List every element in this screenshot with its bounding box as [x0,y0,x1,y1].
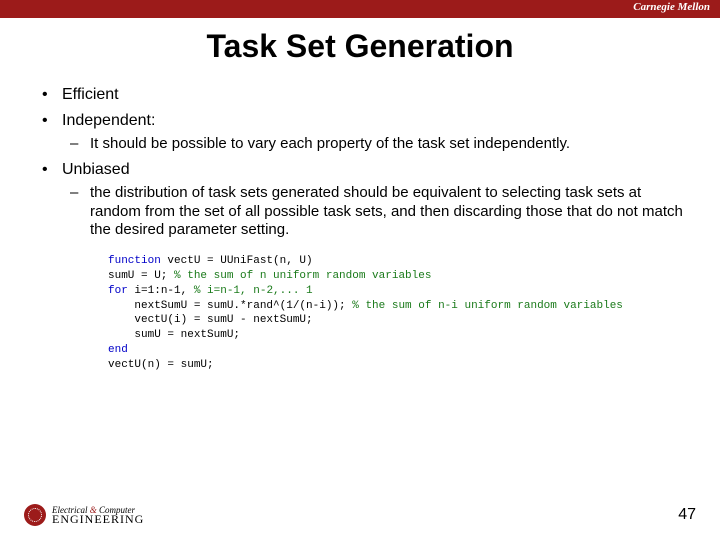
slide-body: Efficient Independent: It should be poss… [0,65,720,373]
top-bar: Carnegie Mellon [0,0,720,18]
bullet-independent: Independent: It should be possible to va… [34,111,686,154]
bullet-unbiased: Unbiased the distribution of task sets g… [34,160,686,240]
bullet-efficient: Efficient [34,85,686,105]
subbullet-independent-detail: It should be possible to vary each prope… [62,135,686,154]
page-number: 47 [678,506,696,524]
bullet-text: the distribution of task sets generated … [90,184,683,239]
bullet-text: Unbiased [62,161,130,178]
code-kw: function [108,255,161,267]
brand-wordmark: Carnegie Mellon [633,1,710,13]
code-block: function vectU = UUniFast(n, U) sumU = U… [108,254,686,373]
code-kw: end [108,344,128,356]
footer-line2: ENGINEERING [52,514,144,525]
code-text: vectU = UUniFast(n, U) [161,255,313,267]
bullet-text: Efficient [62,86,119,103]
code-text: nextSumU = sumU.*rand^(1/(n-i)); [108,300,352,312]
code-text: i=1:n-1, [128,285,194,297]
code-comment: % the sum of n uniform random variables [174,270,431,282]
code-text: vectU(n) = sumU; [108,359,214,371]
code-text: sumU = U; [108,270,174,282]
slide-title: Task Set Generation [0,28,720,65]
footer-text: Electrical & Computer ENGINEERING [52,506,144,525]
subbullet-unbiased-detail: the distribution of task sets generated … [62,184,686,240]
code-text: sumU = nextSumU; [108,329,240,341]
code-kw: for [108,285,128,297]
seal-icon [24,504,46,526]
footer-logo: Electrical & Computer ENGINEERING [24,504,144,526]
code-text: vectU(i) = sumU - nextSumU; [108,314,313,326]
code-comment: % the sum of n-i uniform random variable… [352,300,623,312]
code-comment: % i=n-1, n-2,... 1 [194,285,313,297]
bullet-text: It should be possible to vary each prope… [90,135,570,152]
bullet-text: Independent: [62,112,155,129]
